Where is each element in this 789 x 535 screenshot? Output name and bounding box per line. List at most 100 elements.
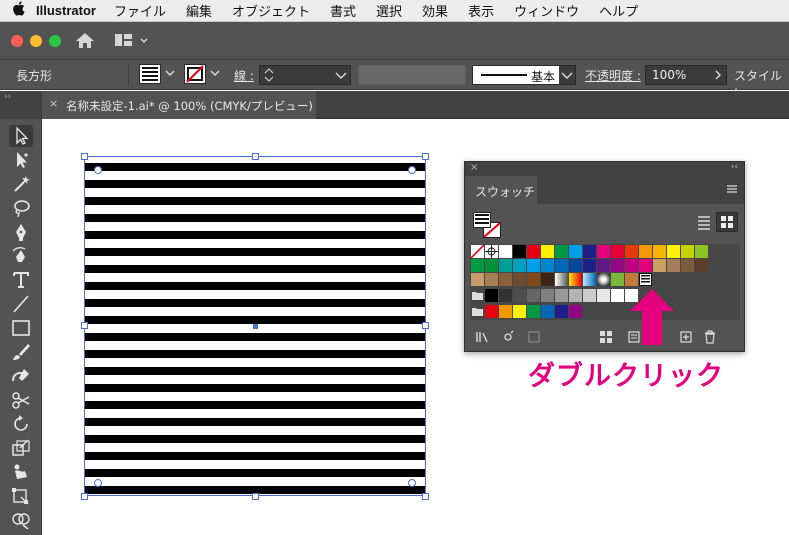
swatch[interactable] bbox=[485, 273, 498, 286]
swatch[interactable] bbox=[485, 259, 498, 272]
resize-handle-bottom[interactable] bbox=[252, 493, 259, 500]
resize-handle-top-right[interactable] bbox=[422, 153, 429, 160]
resize-handle-left[interactable] bbox=[81, 322, 88, 329]
swatch-none[interactable] bbox=[470, 244, 485, 259]
menu-effect[interactable]: 効果 bbox=[422, 1, 448, 20]
swatch[interactable] bbox=[611, 245, 624, 258]
swatch[interactable] bbox=[527, 245, 540, 258]
live-corner-widget[interactable] bbox=[408, 166, 416, 174]
lasso-tool-icon[interactable] bbox=[9, 197, 33, 219]
swatch[interactable] bbox=[569, 289, 582, 302]
stroke-weight-field[interactable] bbox=[259, 65, 351, 85]
gradient-swatch[interactable] bbox=[583, 273, 596, 286]
apple-menu-icon[interactable] bbox=[0, 1, 36, 20]
swatch[interactable] bbox=[513, 259, 526, 272]
swatch[interactable] bbox=[513, 245, 526, 258]
swatch[interactable] bbox=[541, 305, 554, 318]
trash-icon[interactable] bbox=[703, 330, 717, 344]
swatch[interactable] bbox=[541, 289, 554, 302]
menu-view[interactable]: 表示 bbox=[468, 1, 494, 20]
app-name-menu[interactable]: Illustrator bbox=[36, 3, 96, 18]
curvature-tool-icon[interactable] bbox=[9, 245, 33, 267]
fill-stroke-indicator[interactable] bbox=[471, 210, 505, 240]
swatch[interactable] bbox=[583, 289, 596, 302]
swatch[interactable] bbox=[597, 245, 610, 258]
swatch[interactable] bbox=[695, 245, 708, 258]
swatch[interactable] bbox=[499, 245, 512, 258]
magic-wand-tool-icon[interactable] bbox=[9, 173, 33, 195]
line-segment-tool-icon[interactable] bbox=[9, 293, 33, 315]
swatch[interactable] bbox=[527, 259, 540, 272]
gradient-swatch[interactable] bbox=[569, 273, 582, 286]
panel-menu-icon[interactable] bbox=[726, 183, 738, 193]
swatch[interactable] bbox=[569, 305, 582, 318]
tab-swatches[interactable]: スウォッチ bbox=[465, 176, 537, 204]
shaper-tool-icon[interactable] bbox=[9, 365, 33, 387]
swatch-libraries-menu-icon[interactable] bbox=[475, 330, 489, 344]
fill-indicator[interactable] bbox=[473, 212, 491, 228]
swatch[interactable] bbox=[527, 273, 540, 286]
zoom-window-button[interactable] bbox=[49, 35, 61, 47]
live-corner-widget[interactable] bbox=[94, 166, 102, 174]
swatch[interactable] bbox=[499, 273, 512, 286]
swatch[interactable] bbox=[555, 245, 568, 258]
swatch[interactable] bbox=[611, 259, 624, 272]
free-transform-tool-icon[interactable] bbox=[9, 485, 33, 507]
rectangle-tool-icon[interactable] bbox=[9, 317, 33, 339]
swatch[interactable] bbox=[485, 305, 498, 318]
resize-handle-top[interactable] bbox=[252, 153, 259, 160]
folder-icon[interactable] bbox=[471, 305, 484, 318]
swatch[interactable] bbox=[541, 273, 554, 286]
paintbrush-tool-icon[interactable] bbox=[9, 341, 33, 363]
live-corner-widget[interactable] bbox=[94, 479, 102, 487]
swatch[interactable] bbox=[471, 273, 484, 286]
swatch[interactable] bbox=[625, 245, 638, 258]
swatch[interactable] bbox=[681, 259, 694, 272]
close-tab-icon[interactable]: × bbox=[49, 97, 58, 110]
menu-help[interactable]: ヘルプ bbox=[599, 1, 638, 20]
list-view-icon[interactable] bbox=[693, 212, 715, 232]
swatch[interactable] bbox=[569, 245, 582, 258]
show-swatch-kinds-icon[interactable] bbox=[501, 330, 515, 344]
expand-toolbar-icon[interactable]: ›› bbox=[4, 92, 11, 102]
stripe-pattern-swatch[interactable] bbox=[639, 273, 652, 286]
resize-handle-top-left[interactable] bbox=[81, 153, 88, 160]
swatch[interactable] bbox=[541, 245, 554, 258]
swatch[interactable] bbox=[639, 245, 652, 258]
resize-handle-right[interactable] bbox=[422, 322, 429, 329]
fill-swatch[interactable] bbox=[139, 64, 161, 84]
swatch[interactable] bbox=[569, 259, 582, 272]
puppet-warp-tool-icon[interactable] bbox=[9, 461, 33, 483]
selection-tool-icon[interactable] bbox=[9, 125, 33, 147]
close-panel-icon[interactable]: × bbox=[470, 162, 478, 173]
menu-type[interactable]: 書式 bbox=[330, 1, 356, 20]
scissors-tool-icon[interactable] bbox=[9, 389, 33, 411]
rotate-tool-icon[interactable] bbox=[9, 413, 33, 435]
swatch[interactable] bbox=[555, 259, 568, 272]
type-tool-icon[interactable] bbox=[9, 269, 33, 291]
swatch[interactable] bbox=[681, 245, 694, 258]
swatch[interactable] bbox=[695, 259, 708, 272]
chevron-down-icon[interactable] bbox=[162, 67, 178, 83]
swatch[interactable] bbox=[667, 245, 680, 258]
pattern-swatch[interactable] bbox=[625, 273, 638, 286]
menu-select[interactable]: 選択 bbox=[376, 1, 402, 20]
chevron-down-icon[interactable] bbox=[207, 67, 223, 83]
workspace-switcher-icon[interactable] bbox=[114, 32, 154, 50]
swatch-registration[interactable] bbox=[485, 245, 498, 258]
swatch[interactable] bbox=[513, 273, 526, 286]
pen-tool-icon[interactable] bbox=[9, 221, 33, 243]
swatch[interactable] bbox=[485, 289, 498, 302]
swatch[interactable] bbox=[555, 289, 568, 302]
folder-icon[interactable] bbox=[471, 289, 484, 302]
swatch[interactable] bbox=[513, 289, 526, 302]
pattern-swatch[interactable] bbox=[611, 273, 624, 286]
swatch[interactable] bbox=[527, 305, 540, 318]
menu-file[interactable]: ファイル bbox=[114, 1, 166, 20]
swatch[interactable] bbox=[583, 245, 596, 258]
swatch[interactable] bbox=[653, 259, 666, 272]
color-group-icon[interactable] bbox=[599, 330, 613, 344]
swatch[interactable] bbox=[625, 259, 638, 272]
resize-handle-bottom-left[interactable] bbox=[81, 493, 88, 500]
home-icon[interactable] bbox=[74, 31, 96, 51]
